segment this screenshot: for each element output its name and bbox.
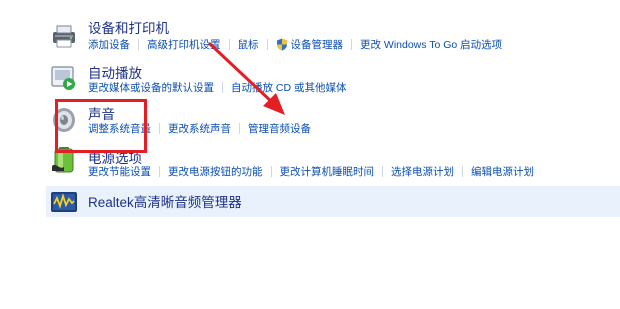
category-links: 更改节能设置 更改电源按钮的功能 更改计算机睡眠时间 选择电源计划 编辑电源计划: [88, 164, 534, 179]
separator: [239, 123, 240, 134]
category-links: 添加设备 高级打印机设置 鼠标 设备管理器 更改 Windows To Go 启…: [88, 37, 502, 52]
realtek-audio-icon: [51, 192, 77, 212]
autoplay-icon: [51, 66, 75, 90]
link-manage-audio-devices[interactable]: 管理音频设备: [248, 121, 311, 136]
printer-icon: [53, 25, 75, 48]
link-change-system-sounds[interactable]: 更改系统声音: [168, 121, 231, 136]
separator: [382, 166, 383, 177]
link-change-power-saving[interactable]: 更改节能设置: [88, 164, 151, 179]
link-power-button-function[interactable]: 更改电源按钮的功能: [168, 164, 263, 179]
category-links: 更改媒体或设备的默认设置 自动播放 CD 或其他媒体: [88, 80, 347, 95]
category-title[interactable]: 声音: [88, 103, 115, 123]
category-links: 调整系统音量 更改系统声音 管理音频设备: [88, 121, 311, 136]
separator: [138, 39, 139, 50]
separator: [266, 39, 268, 50]
link-advanced-printer-settings[interactable]: 高级打印机设置: [147, 37, 221, 52]
separator: [270, 166, 272, 177]
separator: [462, 166, 463, 177]
link-mouse[interactable]: 鼠标: [238, 37, 259, 52]
separator: [228, 39, 230, 50]
category-title[interactable]: Realtek高清晰音频管理器: [88, 191, 242, 211]
link-device-manager[interactable]: 设备管理器: [291, 37, 344, 52]
link-windows-to-go-startup[interactable]: 更改 Windows To Go 启动选项: [360, 37, 502, 52]
link-edit-power-plan[interactable]: 编辑电源计划: [471, 164, 534, 179]
link-add-device[interactable]: 添加设备: [88, 37, 130, 52]
battery-icon: [52, 147, 74, 173]
speaker-icon: [53, 108, 75, 132]
category-title[interactable]: 自动播放: [88, 62, 142, 82]
separator: [159, 166, 160, 177]
uac-shield-icon: [276, 38, 287, 51]
separator: [159, 123, 160, 134]
separator: [351, 39, 352, 50]
link-change-sleep-time[interactable]: 更改计算机睡眠时间: [280, 164, 375, 179]
link-change-media-defaults[interactable]: 更改媒体或设备的默认设置: [88, 80, 214, 95]
category-realtek-audio-manager[interactable]: Realtek高清晰音频管理器: [46, 186, 620, 217]
link-adjust-system-volume[interactable]: 调整系统音量: [88, 121, 151, 136]
link-autoplay-cd[interactable]: 自动播放 CD 或其他媒体: [231, 80, 347, 95]
link-choose-power-plan[interactable]: 选择电源计划: [391, 164, 454, 179]
control-panel-hardware-and-sound: 设备和打印机 添加设备 高级打印机设置 鼠标 设备管理器 更改 Windows …: [0, 0, 620, 309]
separator: [222, 82, 223, 93]
category-title[interactable]: 设备和打印机: [88, 17, 169, 37]
